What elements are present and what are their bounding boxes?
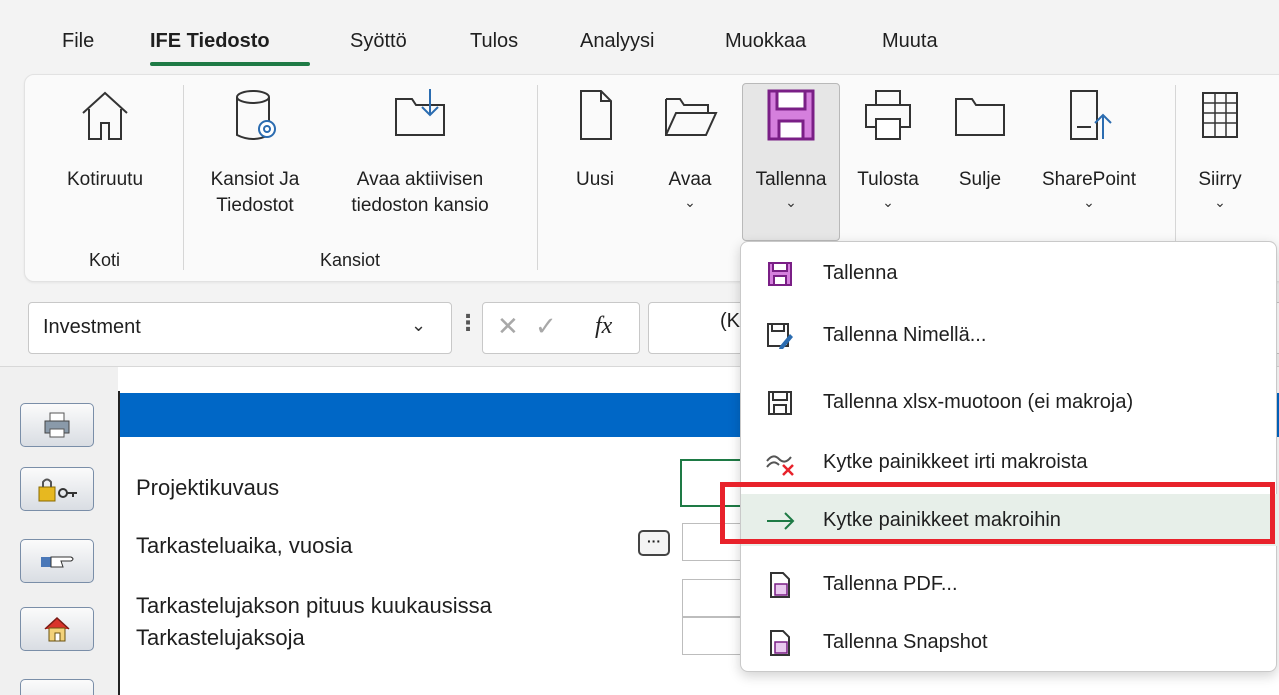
menu-item-label: Kytke painikkeet makroihin xyxy=(823,509,1061,531)
sharepoint-upload-icon xyxy=(1070,90,1112,140)
unlink-icon xyxy=(765,448,795,478)
chevron-down-icon[interactable]: ⌄ xyxy=(411,315,426,336)
pointing-hand-icon xyxy=(41,556,74,568)
save-icon xyxy=(767,89,815,141)
label-jakson-pituus: Tarkastelujakson pituus kuukausissa xyxy=(136,593,492,618)
open-folder-icon xyxy=(665,98,718,136)
info-button[interactable] xyxy=(20,679,94,695)
kansiot-label-2: Tiedostot xyxy=(216,195,294,216)
sulje-label: Sulje xyxy=(958,169,1002,190)
menu-item-irti-makroista[interactable]: Kytke painikkeet irti makroista xyxy=(741,436,1278,488)
save-icon xyxy=(765,259,795,289)
side-button-column xyxy=(0,367,118,695)
tallenna-content: Tallenna ⌄ xyxy=(742,85,840,211)
folder-icon xyxy=(955,98,1005,136)
kotiruutu-button[interactable]: Kotiruutu xyxy=(55,85,155,193)
save-xlsx-icon xyxy=(765,388,795,418)
label-jaksoja: Tarkastelujaksoja xyxy=(136,625,305,650)
menu-item-label: Tallenna PDF... xyxy=(823,573,958,595)
tab-file[interactable]: File xyxy=(62,30,94,53)
kotiruutu-label: Kotiruutu xyxy=(66,169,144,190)
kansiot-label-1: Kansiot Ja xyxy=(210,169,300,190)
avaa-label: Avaa xyxy=(668,169,712,190)
avaa-kansio-label-2: tiedoston kansio xyxy=(351,195,489,216)
spreadsheet-icon xyxy=(1202,92,1238,138)
tab-analyysi[interactable]: Analyysi xyxy=(580,30,654,53)
siirry-button[interactable]: Siirry ⌄ xyxy=(1185,85,1255,211)
chevron-down-icon: ⌄ xyxy=(882,194,894,210)
avaa-button[interactable]: Avaa ⌄ xyxy=(655,85,725,211)
menu-item-label: Tallenna xyxy=(823,262,898,284)
ribbon-separator xyxy=(537,85,538,270)
tallenna-label: Tallenna xyxy=(755,169,827,190)
home-icon xyxy=(82,91,128,140)
chevron-down-icon: ⌄ xyxy=(1214,194,1226,210)
menu-item-tallenna-pdf[interactable]: Tallenna PDF... xyxy=(741,558,1278,610)
save-as-icon xyxy=(765,321,795,351)
formula-bar-handle[interactable]: ⋮ xyxy=(457,310,479,336)
lock-key-button[interactable] xyxy=(20,467,94,511)
name-box[interactable]: Investment ⌄ xyxy=(28,302,452,354)
home-icon xyxy=(44,616,70,642)
name-box-value: Investment xyxy=(43,316,141,338)
insert-function-button[interactable]: fx xyxy=(595,313,612,340)
pointing-hand-button[interactable] xyxy=(20,539,94,583)
menu-item-tallenna[interactable]: Tallenna xyxy=(741,247,1278,299)
avaa-kansio-button[interactable]: Avaa aktiivisen tiedoston kansio xyxy=(330,85,510,219)
kansiot-ja-tiedostot-button[interactable]: Kansiot Ja Tiedostot xyxy=(200,85,310,219)
cancel-icon[interactable]: ✕ xyxy=(497,311,519,342)
chevron-down-icon: ⌄ xyxy=(684,194,696,210)
menu-item-makroihin[interactable]: Kytke painikkeet makroihin xyxy=(741,494,1278,546)
sulje-button[interactable]: Sulje xyxy=(947,85,1013,193)
menu-bar: File IFE Tiedosto Syöttö Tulos Analyysi … xyxy=(0,0,1279,72)
tulosta-button[interactable]: Tulosta ⌄ xyxy=(845,85,931,211)
snapshot-icon xyxy=(765,628,795,658)
group-label-koti: Koti xyxy=(89,250,121,270)
chevron-down-icon: ⌄ xyxy=(1083,194,1095,210)
tallenna-dropdown-menu: Tallenna Tallenna Nimellä... Tallenna xl… xyxy=(740,241,1278,672)
tab-syotto[interactable]: Syöttö xyxy=(350,30,407,53)
tab-tulos[interactable]: Tulos xyxy=(470,30,518,53)
avaa-kansio-label-1: Avaa aktiivisen xyxy=(356,169,484,190)
formula-controls: ✕ ✓ fx xyxy=(482,302,640,354)
ribbon-separator xyxy=(183,85,184,270)
siirry-label: Siirry xyxy=(1198,169,1242,190)
label-projektikuvaus: Projektikuvaus xyxy=(136,475,280,500)
folder-download-icon xyxy=(395,89,445,136)
group-label-kansiot: Kansiot xyxy=(320,250,381,270)
printer-icon xyxy=(44,412,70,438)
database-gear-icon xyxy=(236,90,276,140)
menu-item-tallenna-nimella[interactable]: Tallenna Nimellä... xyxy=(741,309,1278,361)
menu-item-tallenna-snapshot[interactable]: Tallenna Snapshot xyxy=(741,616,1278,668)
printer-icon xyxy=(865,90,911,140)
more-options-button[interactable]: ··· xyxy=(638,530,670,556)
tab-ife-tiedosto[interactable]: IFE Tiedosto xyxy=(150,30,270,53)
tulosta-label: Tulosta xyxy=(857,169,919,190)
home-button[interactable] xyxy=(20,607,94,651)
arrow-right-icon xyxy=(765,506,795,536)
tab-muuta[interactable]: Muuta xyxy=(882,30,938,53)
menu-item-label: Tallenna Nimellä... xyxy=(823,324,987,346)
menu-item-tallenna-xlsx[interactable]: Tallenna xlsx-muotoon (ei makroja) xyxy=(741,376,1278,428)
active-tab-indicator xyxy=(150,62,310,66)
enter-icon[interactable]: ✓ xyxy=(535,311,557,342)
lock-key-icon xyxy=(38,478,77,502)
uusi-button[interactable]: Uusi xyxy=(565,85,625,193)
tab-muokkaa[interactable]: Muokkaa xyxy=(725,30,806,53)
chevron-down-icon: ⌄ xyxy=(785,194,797,210)
menu-item-label: Tallenna xlsx-muotoon (ei makroja) xyxy=(823,391,1134,413)
sharepoint-label: SharePoint xyxy=(1041,169,1136,190)
new-file-icon xyxy=(580,90,612,140)
print-button[interactable] xyxy=(20,403,94,447)
menu-item-label: Kytke painikkeet irti makroista xyxy=(823,451,1088,473)
sharepoint-button[interactable]: SharePoint ⌄ xyxy=(1031,85,1147,211)
uusi-label: Uusi xyxy=(575,169,614,190)
label-tarkasteluaika: Tarkasteluaika, vuosia xyxy=(136,533,353,558)
menu-item-label: Tallenna Snapshot xyxy=(823,631,988,653)
pdf-icon xyxy=(765,570,795,600)
